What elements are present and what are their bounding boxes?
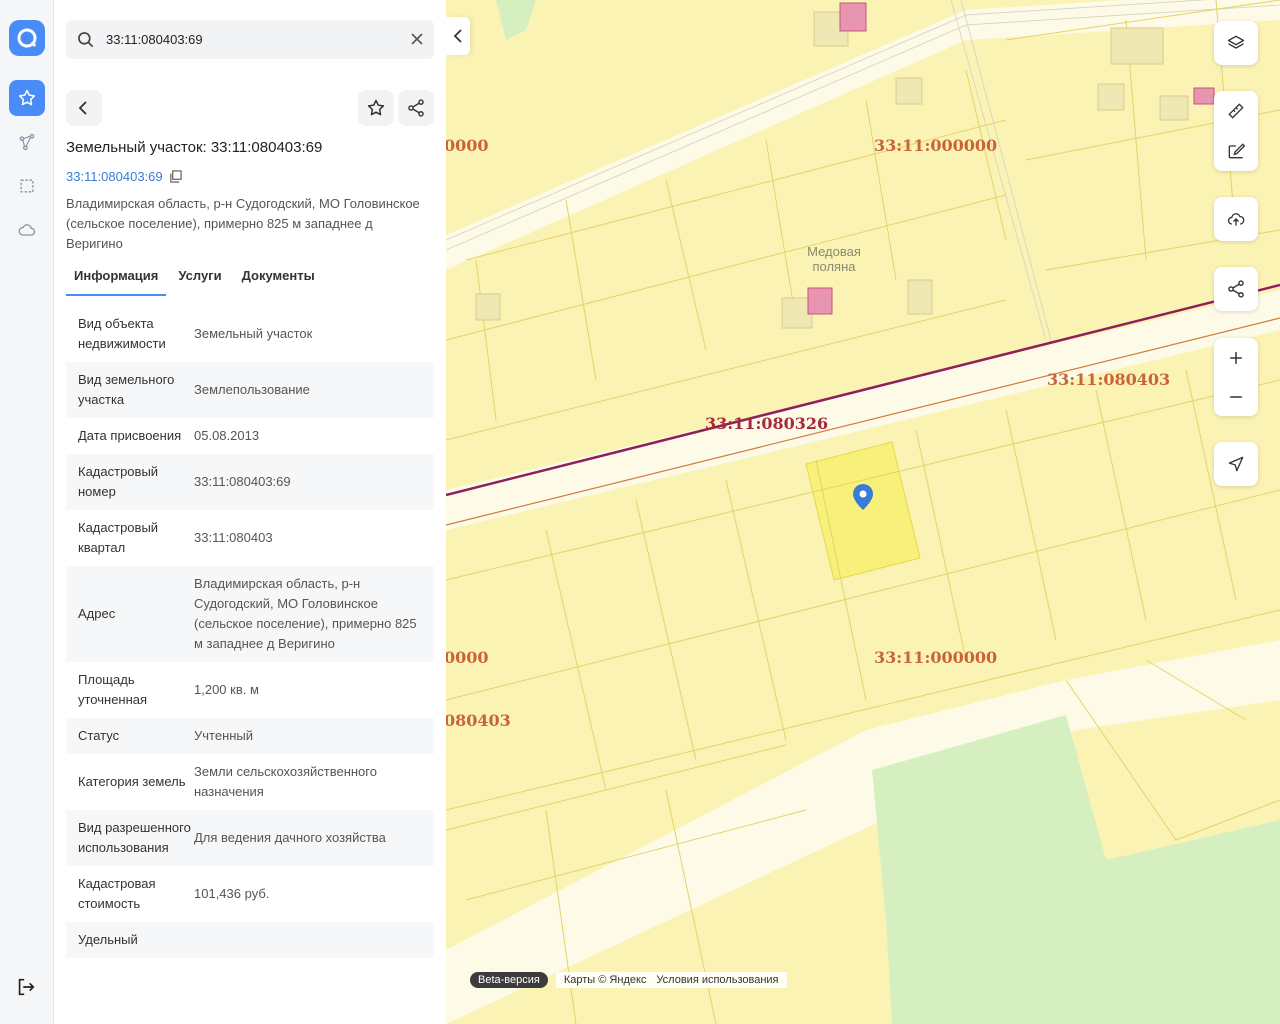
cad-label: 080403: [446, 711, 511, 730]
search-field[interactable]: 33:11:080403:69: [66, 20, 434, 59]
row-key: Кадастровый квартал: [78, 520, 159, 555]
row-key: Площадь уточненная: [78, 672, 148, 707]
tabs: Информация Услуги Документы: [66, 264, 434, 296]
row-value: 33:11:080403: [194, 530, 273, 545]
cad-label: 0000: [446, 136, 489, 155]
search-icon: [78, 32, 94, 48]
row-key: Кадастровый номер: [78, 464, 159, 499]
row-value: 101,436 руб.: [194, 886, 270, 901]
row-key: Дата присвоения: [78, 428, 182, 443]
cad-label: 0000: [446, 648, 489, 667]
attribution-links: Карты © Яндекс Условия использования: [555, 972, 787, 988]
cloud-icon[interactable]: [9, 212, 45, 248]
row-key: Вид земельного участка: [78, 372, 175, 407]
info-panel: 33:11:080403:69 Земельный участок: 33:11…: [54, 0, 446, 1024]
tab-documents[interactable]: Документы: [234, 264, 323, 296]
table-row: Площадь уточненная 1,200 кв. м: [66, 662, 434, 718]
search-input[interactable]: 33:11:080403:69: [106, 32, 203, 47]
row-value: Владимирская область, р-н Судогодский, М…: [194, 576, 417, 651]
cloud-upload-icon: [1227, 213, 1245, 226]
back-button[interactable]: [66, 90, 102, 126]
object-title: Земельный участок: 33:11:080403:69: [66, 139, 323, 156]
cad-label: 33:11:000000: [874, 136, 998, 155]
star-icon: [367, 99, 385, 116]
info-table: Вид объекта недвижимости Земельный участо…: [66, 306, 434, 958]
zoom-controls: [1214, 338, 1258, 416]
app-logo-icon[interactable]: [9, 20, 45, 56]
row-key: Вид разрешенного использования: [78, 820, 191, 855]
zoom-in-icon[interactable]: [1226, 348, 1246, 368]
upload-button[interactable]: [1214, 197, 1258, 241]
favorite-button[interactable]: [358, 90, 394, 126]
row-value: Для ведения дачного хозяйства: [194, 830, 386, 845]
ruler-icon[interactable]: [1226, 101, 1246, 121]
row-key: Вид объекта недвижимости: [78, 316, 166, 351]
table-row: Статус Учтенный: [66, 718, 434, 754]
favorites-icon[interactable]: [9, 80, 45, 116]
cad-label: 33:11:080403: [1047, 370, 1171, 389]
cad-label: 33:11:080326: [705, 414, 829, 433]
table-row: Кадастровый квартал 33:11:080403: [66, 510, 434, 566]
table-row: Кадастровый номер 33:11:080403:69: [66, 454, 434, 510]
collapse-panel-button[interactable]: [446, 17, 470, 55]
copy-icon[interactable]: [169, 170, 182, 183]
row-value: 05.08.2013: [194, 428, 260, 443]
layers-button[interactable]: [1214, 21, 1258, 65]
row-key: Удельный: [78, 932, 138, 947]
cad-label: 33:11:000000: [874, 648, 998, 667]
chevron-left-icon: [453, 29, 462, 43]
share-button[interactable]: [398, 90, 434, 126]
table-row: Категория земель Земли сельскохозяйственн…: [66, 754, 434, 810]
cad-number-text[interactable]: 33:11:080403:69: [66, 169, 163, 184]
close-icon[interactable]: [410, 32, 424, 46]
row-value: 33:11:080403:69: [194, 474, 291, 489]
row-value: Учтенный: [194, 728, 254, 743]
object-address: Владимирская область, р-н Судогодский, М…: [66, 196, 420, 251]
maps-copyright[interactable]: Карты © Яндекс: [564, 974, 647, 986]
cadastral-map[interactable]: [446, 0, 1280, 1024]
row-value: Земли сельскохозяйственного назначения: [194, 764, 377, 799]
map-view[interactable]: 0000 33:11:000000 33:11:080403 33:11:080…: [446, 0, 1280, 1024]
row-value: Землепользование: [194, 382, 310, 397]
layers-icon: [1227, 35, 1245, 49]
left-rail: [0, 0, 54, 1024]
cad-number-link[interactable]: 33:11:080403:69: [66, 169, 182, 184]
chevron-left-icon: [78, 101, 87, 115]
geolocate-button[interactable]: [1214, 442, 1258, 486]
row-key: Статус: [78, 728, 120, 743]
select-area-icon[interactable]: [9, 168, 45, 204]
table-row: Адрес Владимирская область, р-н Судогодск…: [66, 566, 434, 662]
tab-services[interactable]: Услуги: [170, 264, 229, 296]
terms-link[interactable]: Условия использования: [656, 974, 778, 986]
map-attribution: Beta-версия Карты © Яндекс Условия испол…: [470, 972, 787, 988]
measure-tools: [1214, 91, 1258, 171]
poi-label: Медовая поляна: [807, 244, 861, 274]
navigation-icon: [1228, 456, 1244, 472]
table-row: Удельный: [66, 922, 434, 958]
row-value: 1,200 кв. м: [194, 682, 259, 697]
route-icon[interactable]: [9, 124, 45, 160]
logout-icon[interactable]: [15, 976, 37, 1003]
edit-icon[interactable]: [1226, 141, 1246, 161]
share-icon: [408, 99, 424, 117]
table-row: Дата присвоения 05.08.2013: [66, 418, 434, 454]
table-row: Вид объекта недвижимости Земельный участо…: [66, 306, 434, 362]
table-row: Кадастровая стоимость 101,436 руб.: [66, 866, 434, 922]
share-icon: [1228, 280, 1244, 298]
beta-badge: Beta-версия: [470, 972, 548, 988]
row-key: Кадастровая стоимость: [78, 876, 156, 911]
row-key: Адрес: [78, 606, 116, 621]
row-value: Земельный участок: [194, 326, 313, 341]
tab-information[interactable]: Информация: [66, 264, 167, 296]
zoom-out-icon[interactable]: [1226, 387, 1246, 407]
map-share-button[interactable]: [1214, 267, 1258, 311]
row-key: Категория земель: [78, 774, 186, 789]
table-row: Вид разрешенного использования Для ведени…: [66, 810, 434, 866]
table-row: Вид земельного участка Землепользование: [66, 362, 434, 418]
